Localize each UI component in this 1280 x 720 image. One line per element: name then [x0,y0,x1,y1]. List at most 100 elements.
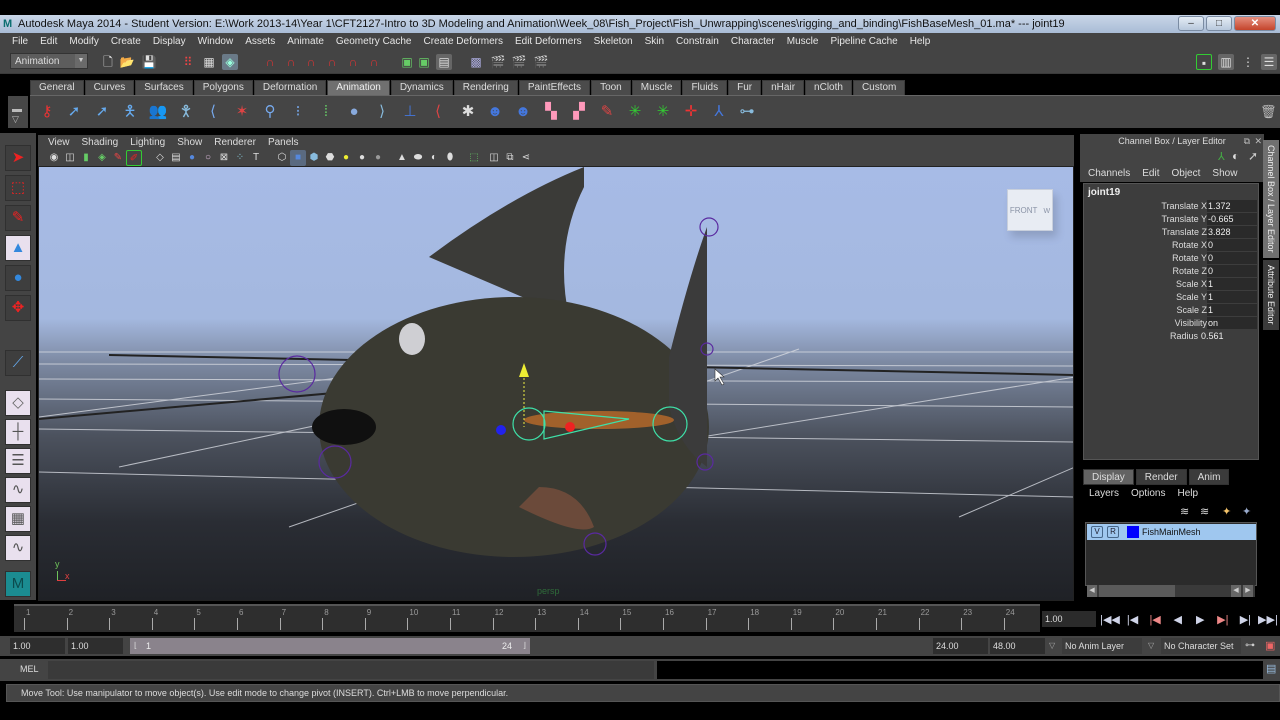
step-back-frame-button[interactable]: |◀ [1145,611,1165,629]
channel-value[interactable]: 0 [1207,265,1257,277]
skeleton-icon[interactable]: ✱ [458,102,478,122]
grease-pencil-icon[interactable]: ✐ [126,150,142,166]
playback-start-field[interactable]: 1.00 [68,638,123,654]
2d-pan-zoom-icon[interactable]: ✎ [110,150,126,166]
resolution-gate-icon[interactable]: ● [184,150,200,166]
isolate-select-icon[interactable]: ⬮ [442,150,458,166]
cb-menu-show[interactable]: Show [1206,166,1243,182]
panel-menu-view[interactable]: View [42,135,76,150]
multisample-aa-icon[interactable]: ⬬ [410,150,426,166]
layer-menu-help[interactable]: Help [1171,486,1204,502]
snap-magnet-icon[interactable]: ∩ [366,54,382,70]
character-icon[interactable]: 👥 [148,102,168,122]
paint-select-icon[interactable]: ✎ [5,205,31,231]
select-tool-icon[interactable]: ➤ [5,145,31,171]
panel-menu-panels[interactable]: Panels [262,135,305,150]
toggle-status-line-icon[interactable]: ▪ [1196,54,1212,70]
shelf-tab-muscle[interactable]: Muscle [631,80,682,95]
time-slider[interactable]: 1 2 3 4 5 6 7 8 9 10 11 12 13 14 15 16 17 18 19 20 21 22 23 24 [14,604,1040,632]
outliner-layout-icon[interactable]: ☰ [5,448,31,474]
shelf-tab-nhair[interactable]: nHair [762,80,805,95]
go-to-start-button[interactable]: |◀◀ [1100,611,1120,629]
step-back-key-button[interactable]: |◀ [1123,611,1143,629]
scrollbar-thumb[interactable] [1099,585,1175,597]
channel-scale-y[interactable]: Scale Y1 [1084,291,1258,304]
toggle-channel-box-icon[interactable]: ☰ [1261,54,1277,70]
node-name[interactable]: joint19 [1088,187,1120,198]
open-scene-icon[interactable]: 📂 [119,54,135,70]
delete-icon[interactable]: ● [344,102,364,122]
scroll-right-icon[interactable]: ▶ [1243,585,1253,597]
shadows-icon[interactable]: ● [354,150,370,166]
channel-translate-x[interactable]: Translate X 1.372 [1084,200,1258,213]
play-forwards-button[interactable]: ▶ [1190,611,1210,629]
create-layer-from-selected-icon[interactable]: ✦ [1242,505,1251,518]
reroot-icon[interactable]: ⟨ [428,102,448,122]
menu-file[interactable]: File [6,33,34,50]
range-start-handle[interactable]: ⌊ [134,638,137,654]
shelf-tab-painteffects[interactable]: PaintEffects [518,80,591,95]
auto-key-icon[interactable]: ⊶ [1245,640,1255,651]
shelf-menu-handle[interactable]: ▬ ▽ [8,96,28,128]
tab-attribute-editor[interactable]: Attribute Editor [1263,260,1279,330]
graph-editor-layout-icon[interactable]: ∿ [5,477,31,503]
scale-tool-icon[interactable]: ✥ [5,295,31,321]
layer-menu-layers[interactable]: Layers [1083,486,1125,502]
menu-constrain[interactable]: Constrain [670,33,725,50]
character-set-dropdown[interactable]: No Character Set [1161,638,1241,654]
toggle-tool-settings-icon[interactable]: ⋮ [1240,54,1256,70]
float-icon[interactable]: ⧉ [1244,134,1250,148]
anim-layer-caret-icon[interactable]: ▽ [1049,641,1055,650]
shelf-tab-rendering[interactable]: Rendering [453,80,518,95]
shelf-tab-general[interactable]: General [30,80,84,95]
four-view-layout-icon[interactable]: ┼ [5,419,31,445]
point-constraint-icon[interactable]: ✳ [653,102,673,122]
layer-list-scrollbar[interactable]: ◀ ◀ ▶ [1087,585,1255,597]
smooth-bind-icon[interactable]: ☻ [513,102,533,122]
current-frame-field[interactable]: 1.00 [1042,611,1096,627]
menu-animate[interactable]: Animate [281,33,330,50]
menu-create-deformers[interactable]: Create Deformers [418,33,509,50]
character-set-caret-icon[interactable]: ▽ [1148,641,1154,650]
channel-value[interactable]: on [1207,317,1257,329]
joint-orient-icon[interactable]: ⚲ [260,102,280,122]
shelf-tab-deformation[interactable]: Deformation [253,80,327,95]
smooth-shade-icon[interactable]: ■ [290,150,306,166]
move-layer-down-icon[interactable]: ≋ [1200,505,1209,518]
copy-weights-icon[interactable]: ▞ [569,102,589,122]
range-slider[interactable]: ⌊ 1 24 ⌋ [130,638,530,654]
channel-visibility[interactable]: Visibility on [1084,317,1258,330]
joint-tool-icon[interactable]: ⟋ [5,350,31,376]
film-gate-icon[interactable]: ▤ [168,150,184,166]
ipr-render-icon[interactable]: 🎬 [511,54,527,70]
channel-value[interactable]: 3.828 [1207,226,1257,238]
layer-tab-display[interactable]: Display [1083,469,1134,485]
channel-value[interactable]: 0 [1207,239,1257,251]
hypershade-layout-icon[interactable]: ▦ [5,506,31,532]
perspective-viewport[interactable]: FRONT W y x persp [38,166,1074,601]
shelf-tab-curves[interactable]: Curves [84,80,135,95]
channel-value[interactable]: 0.561 [1200,330,1250,342]
motion-blur-icon[interactable]: ▲ [394,150,410,166]
cb-menu-channels[interactable]: Channels [1082,166,1136,182]
rotate-tool-icon[interactable]: ● [5,265,31,291]
command-input[interactable] [48,661,654,679]
share-icon[interactable]: ⋖ [518,150,534,166]
insert-joint-icon[interactable]: ⟨ [203,102,223,122]
manipulator-icon[interactable]: ⅄ [1218,150,1225,163]
layer-tab-anim[interactable]: Anim [1188,469,1230,485]
ik-spline-tool-icon[interactable]: ⁞ [316,102,336,122]
xray-joints-icon[interactable]: ◫ [486,150,502,166]
layer-visibility-toggle[interactable]: V [1091,526,1103,538]
menu-window[interactable]: Window [192,33,240,50]
screen-space-ao-icon[interactable]: ● [370,150,386,166]
xray-icon[interactable]: ⬚ [466,150,482,166]
snap-live-surface-icon[interactable]: ∩ [345,54,361,70]
set-key-icon[interactable]: ⚷ [37,102,57,122]
grid-toggle-icon[interactable]: ◇ [152,150,168,166]
toggle-attribute-editor-icon[interactable]: ▥ [1218,54,1234,70]
shelf-tab-toon[interactable]: Toon [591,80,631,95]
shelf-tab-animation[interactable]: Animation [327,80,390,95]
animation-preferences-icon[interactable]: ▣ [1265,639,1275,652]
panel-menu-shading[interactable]: Shading [76,135,125,150]
